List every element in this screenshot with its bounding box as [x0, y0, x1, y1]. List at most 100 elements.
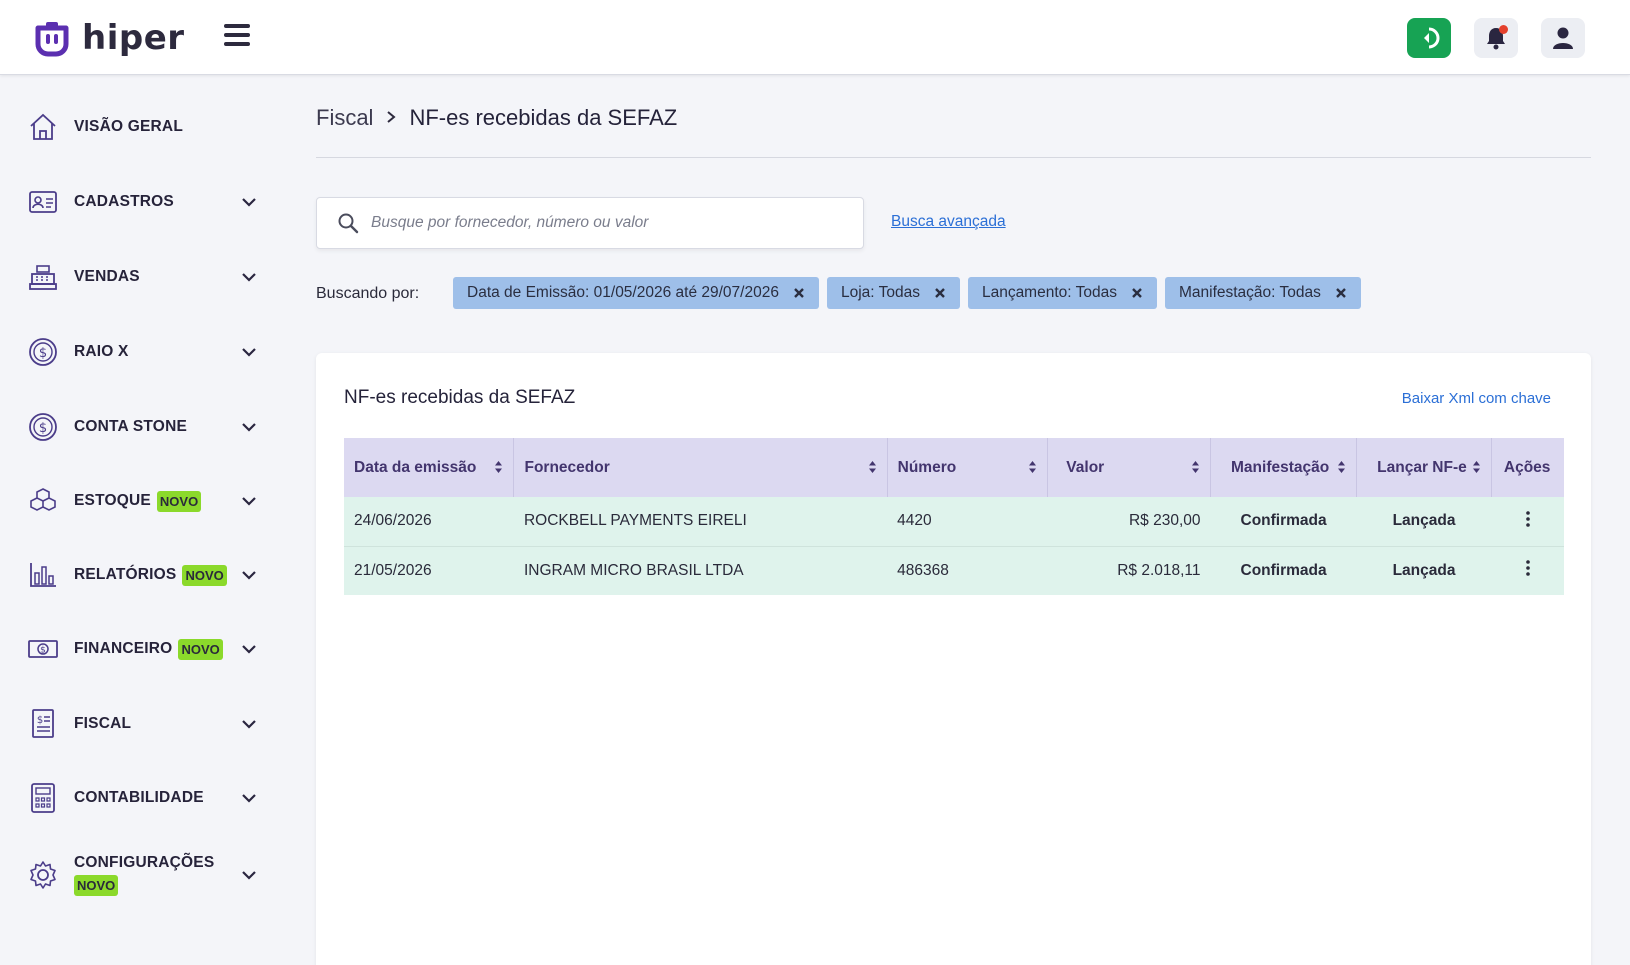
- more-options-icon[interactable]: [1525, 510, 1530, 527]
- cell-data: 21/05/2026: [354, 561, 432, 579]
- chevron-down-icon: [242, 273, 256, 282]
- new-badge: NOVO: [156, 490, 202, 512]
- filter-chip-manifestacao: Manifestação: Todas: [1164, 277, 1361, 309]
- column-header-label: Número: [897, 458, 957, 476]
- sidebar-item-relatorios[interactable]: RELATÓRIOS NOVO: [26, 553, 258, 597]
- sidebar-item-label: CONFIGURAÇÕES: [74, 854, 215, 871]
- sidebar-item-label: RAIO X: [74, 343, 129, 360]
- chevron-down-icon: [242, 571, 256, 580]
- sidebar-item-cadastros[interactable]: CADASTROS: [26, 180, 258, 224]
- chevron-down-icon: [242, 871, 256, 880]
- divider: [316, 157, 1591, 158]
- sort-icon: [1192, 461, 1200, 473]
- sort-icon: [495, 461, 503, 473]
- hamburger-line: [224, 33, 250, 37]
- column-header-valor[interactable]: Valor: [1047, 438, 1212, 497]
- new-badge: NOVO: [74, 875, 118, 896]
- chevron-down-icon: [242, 645, 256, 654]
- home-icon: [26, 110, 60, 144]
- cell-manifestacao: Confirmada: [1240, 561, 1327, 579]
- sidebar-item-label: RELATÓRIOS: [74, 566, 177, 583]
- sidebar-item-label: ESTOQUE: [74, 492, 151, 509]
- sidebar-item-visao-geral[interactable]: VISÃO GERAL: [26, 105, 258, 149]
- advanced-search-link[interactable]: Busca avançada: [891, 213, 1006, 231]
- download-xml-link[interactable]: Baixar Xml com chave: [1402, 390, 1551, 407]
- notifications-button[interactable]: [1474, 18, 1518, 58]
- sidebar-item-raio-x[interactable]: $ RAIO X: [26, 330, 258, 374]
- logo[interactable]: hiper: [32, 16, 185, 60]
- new-badge: NOVO: [182, 564, 227, 586]
- cell-valor: R$ 2.018,11: [1117, 561, 1201, 579]
- search-input[interactable]: [371, 208, 851, 238]
- sidebar-item-contabilidade[interactable]: CONTABILIDADE: [26, 776, 258, 820]
- cell-numero: 486368: [897, 561, 949, 579]
- filter-chip-label: Data de Emissão: 01/05/2026 até 29/07/20…: [467, 284, 779, 301]
- svg-text:$: $: [39, 346, 47, 361]
- filter-chip-label: Manifestação: Todas: [1178, 284, 1321, 301]
- close-icon[interactable]: [1131, 287, 1143, 299]
- sidebar-item-label: VISÃO GERAL: [74, 118, 183, 135]
- results-card: NF-es recebidas da SEFAZ Baixar Xml com …: [316, 353, 1591, 965]
- banknote-icon: $: [26, 632, 60, 666]
- column-header-data[interactable]: Data da emissão: [344, 438, 515, 497]
- sidebar-item-configuracoes[interactable]: CONFIGURAÇÕES NOVO: [26, 845, 258, 905]
- chevron-down-icon: [242, 348, 256, 357]
- close-icon[interactable]: [1335, 287, 1347, 299]
- search-icon: [338, 213, 359, 234]
- column-header-lancar[interactable]: Lançar NF-e: [1356, 438, 1492, 497]
- cell-fornecedor: INGRAM MICRO BRASIL LTDA: [523, 561, 744, 579]
- notification-dot: [1499, 25, 1508, 34]
- table-row[interactable]: 21/05/2026 INGRAM MICRO BRASIL LTDA 4863…: [344, 546, 1564, 595]
- sidebar-item-conta-stone[interactable]: $ CONTA STONE: [26, 405, 258, 449]
- cell-fornecedor: ROCKBELL PAYMENTS EIRELI: [523, 512, 747, 530]
- sidebar-item-label: CONTABILIDADE: [74, 789, 204, 806]
- chevron-down-icon: [242, 423, 256, 432]
- sidebar-item-label: FINANCEIRO: [74, 640, 173, 657]
- gear-icon: [26, 858, 60, 892]
- column-header-numero[interactable]: Número: [887, 438, 1049, 497]
- cell-lancamento: Lançada: [1392, 512, 1456, 530]
- column-header-manifestacao[interactable]: Manifestação: [1210, 438, 1358, 497]
- sidebar-item-label: CADASTROS: [74, 193, 174, 210]
- sidebar-item-estoque[interactable]: ESTOQUE NOVO: [26, 479, 258, 523]
- sidebar-item-fiscal[interactable]: $ FISCAL: [26, 702, 258, 746]
- cell-acoes: [1491, 497, 1564, 546]
- dollar-cycle-icon: $: [26, 410, 60, 444]
- table-row[interactable]: 24/06/2026 ROCKBELL PAYMENTS EIRELI 4420…: [344, 497, 1564, 546]
- search-box[interactable]: [316, 197, 864, 249]
- sidebar-item-label: VENDAS: [74, 268, 140, 285]
- sidebar-item-financeiro[interactable]: $ FINANCEIRO NOVO: [26, 627, 258, 671]
- hiper-logo-icon: [35, 22, 69, 57]
- chevron-right-icon: [385, 107, 397, 130]
- filter-chip-label: Lançamento: Todas: [981, 284, 1117, 301]
- stone-icon: [1424, 27, 1440, 49]
- nfe-table: Data da emissão Fornecedor Número Valor …: [344, 438, 1564, 595]
- column-header-label: Data da emissão: [354, 458, 477, 476]
- sidebar: VISÃO GERAL CADASTROS VENDAS $ RAIO X $ …: [0, 75, 300, 965]
- cell-manifestacao: Confirmada: [1240, 512, 1327, 530]
- table-header-row: Data da emissão Fornecedor Número Valor …: [344, 438, 1564, 497]
- cell-acoes: [1491, 546, 1564, 595]
- column-header-label: Valor: [1066, 458, 1105, 476]
- stone-button[interactable]: [1407, 18, 1451, 58]
- sort-icon: [1472, 461, 1480, 473]
- sidebar-item-label-group: CONFIGURAÇÕES NOVO: [74, 854, 214, 896]
- user-menu-button[interactable]: [1541, 18, 1585, 58]
- column-header-label: Ações: [1503, 458, 1551, 476]
- column-header-fornecedor[interactable]: Fornecedor: [513, 438, 888, 497]
- sort-icon: [1029, 461, 1037, 473]
- column-header-label: Lançar NF-e: [1377, 458, 1467, 476]
- more-options-icon[interactable]: [1525, 560, 1530, 577]
- cell-lancamento: Lançada: [1392, 561, 1456, 579]
- breadcrumb-parent-link[interactable]: Fiscal: [316, 105, 373, 131]
- top-bar: hiper: [0, 0, 1630, 75]
- close-icon[interactable]: [793, 287, 805, 299]
- svg-text:$: $: [39, 421, 47, 436]
- chevron-down-icon: [242, 794, 256, 803]
- receipt-icon: $: [26, 707, 60, 741]
- menu-toggle-button[interactable]: [224, 24, 250, 48]
- sidebar-item-vendas[interactable]: VENDAS: [26, 255, 258, 299]
- cell-valor: R$ 230,00: [1128, 512, 1201, 530]
- close-icon[interactable]: [934, 287, 946, 299]
- hamburger-line: [224, 42, 250, 46]
